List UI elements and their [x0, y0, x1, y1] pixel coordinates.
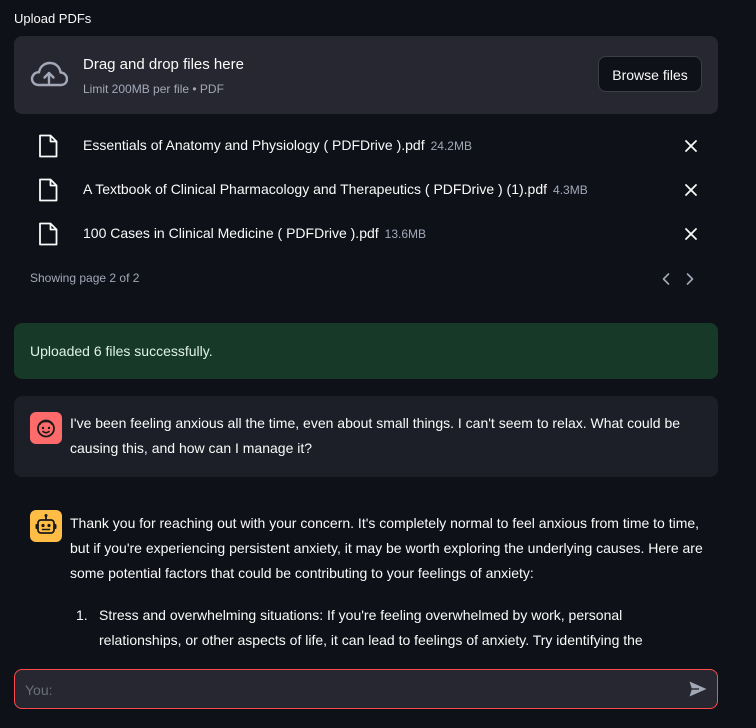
user-face-icon [37, 419, 55, 438]
dropzone-title: Drag and drop files here [83, 56, 244, 73]
user-avatar [30, 412, 62, 444]
chevron-left-icon[interactable] [659, 271, 673, 287]
assistant-avatar [30, 510, 62, 542]
file-list-item: 100 Cases in Clinical Medicine ( PDFDriv… [14, 214, 718, 254]
file-icon [39, 222, 58, 246]
cloud-upload-icon [30, 61, 68, 87]
file-name: A Textbook of Clinical Pharmacology and … [83, 181, 588, 197]
upload-label: Upload PDFs [14, 11, 92, 26]
file-size: 24.2MB [430, 139, 472, 153]
file-icon [39, 178, 58, 202]
message-text: Thank you for reaching out with your con… [70, 515, 703, 581]
chevron-right-icon[interactable] [683, 271, 697, 287]
chat-message-user: I've been feeling anxious all the time, … [14, 396, 718, 477]
file-dropzone[interactable]: Drag and drop files here Limit 200MB per… [14, 36, 718, 114]
ordered-list-item: 1. Stress and overwhelming situations: I… [70, 603, 708, 653]
file-name: Essentials of Anatomy and Physiology ( P… [83, 137, 472, 153]
list-item-text: Stress and overwhelming situations: If y… [99, 607, 643, 648]
file-icon [39, 134, 58, 158]
close-icon[interactable] [683, 226, 699, 242]
dropzone-limit-text: Limit 200MB per file • PDF [83, 82, 224, 96]
file-list-item: Essentials of Anatomy and Physiology ( P… [14, 126, 718, 166]
chat-message-assistant: Thank you for reaching out with your con… [14, 498, 718, 663]
file-name: 100 Cases in Clinical Medicine ( PDFDriv… [83, 225, 427, 241]
robot-icon [35, 514, 57, 534]
success-alert: Uploaded 6 files successfully. [14, 323, 718, 379]
list-number: 1. [76, 607, 88, 623]
close-icon[interactable] [683, 138, 699, 154]
message-text: I've been feeling anxious all the time, … [70, 415, 681, 456]
pagination-text: Showing page 2 of 2 [30, 271, 140, 285]
chat-input[interactable] [23, 678, 677, 702]
file-list-item: A Textbook of Clinical Pharmacology and … [14, 170, 718, 210]
browse-files-button[interactable]: Browse files [598, 56, 702, 92]
file-size: 4.3MB [553, 183, 588, 197]
close-icon[interactable] [683, 182, 699, 198]
chat-input-container [14, 669, 718, 709]
file-size: 13.6MB [384, 227, 427, 241]
send-icon[interactable] [688, 680, 708, 698]
app-page: Upload PDFs Drag and drop files here Lim… [0, 0, 756, 728]
